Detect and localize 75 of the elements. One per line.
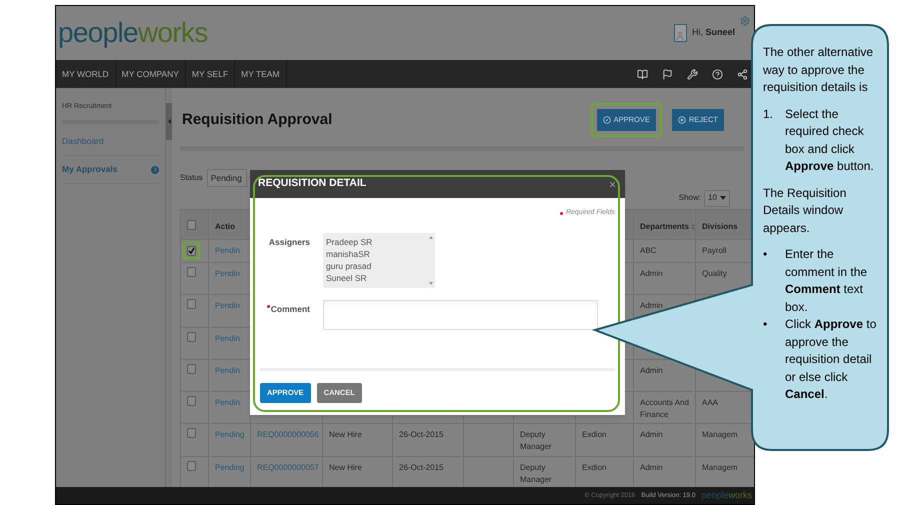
table-cell-text: Exdion [582, 462, 608, 474]
wrench-icon[interactable] [687, 68, 698, 80]
settings-icon[interactable] [740, 16, 750, 26]
check-circle-icon [602, 116, 611, 124]
row-checkbox[interactable] [187, 220, 196, 230]
row-checkbox[interactable] [187, 299, 196, 309]
row-checkbox[interactable] [187, 246, 196, 256]
table-cell-text: AAA [702, 397, 720, 409]
comment-field[interactable] [323, 300, 598, 330]
table-cell: Accounts And Finance [640, 397, 689, 421]
row-checkbox[interactable] [187, 267, 196, 277]
flag-icon[interactable] [662, 68, 673, 80]
book-icon[interactable] [637, 68, 648, 80]
assigner-option[interactable]: Pradeep SR [326, 236, 372, 248]
peopleworks-logo: peopleworks [58, 19, 208, 47]
callout-text: Click Approve to approve the requisition detail or else click Cancel. [785, 316, 878, 403]
row-checkbox[interactable] [187, 461, 196, 471]
table-cell-text: Exdion [582, 429, 608, 441]
callout-text: The Requisition Details window appears. [763, 184, 848, 236]
close-icon[interactable] [608, 180, 617, 188]
x-circle-icon [678, 116, 686, 124]
table-cell-text: Admin [640, 365, 664, 377]
caret-icon [720, 196, 726, 200]
page-size-select[interactable]: 10 [704, 190, 730, 206]
assigners-list[interactable]: Pradeep SR manishaSR guru prasad Suneel SR [323, 233, 435, 288]
table-cell-text: Managem [702, 462, 739, 474]
sidebar-item[interactable]: Dashboard [62, 128, 159, 156]
step-number: 1. [763, 106, 774, 122]
row-checkbox[interactable] [187, 332, 196, 342]
callout-text: The other alternative way to approve the requisition details is [763, 44, 874, 96]
table-cell-text: 26-Oct-2015 [399, 429, 444, 441]
row-checkbox[interactable] [187, 396, 196, 406]
comment-label: Comment [260, 300, 310, 330]
share-icon[interactable] [737, 68, 748, 80]
arrow-circle-icon [151, 166, 159, 174]
scroll-down-icon[interactable] [429, 282, 433, 285]
table-cell-text: Admin [640, 462, 664, 474]
page-title: Requisition Approval [182, 110, 332, 130]
table-cell-text: 26-Oct-2015 [399, 462, 444, 474]
table-cell-text: Payroll [702, 245, 728, 257]
column-header[interactable]: Actio [215, 220, 235, 232]
required-icon [266, 305, 270, 308]
assigner-option[interactable]: manishaSR [326, 248, 372, 260]
bullet-mark: • [763, 316, 768, 333]
assigner-option[interactable]: Suneel SR [326, 272, 372, 284]
status-select[interactable]: Pending [206, 169, 247, 187]
row-checkbox[interactable] [187, 364, 196, 374]
user-greeting[interactable]: Hi, Suneel [692, 26, 735, 40]
help-icon[interactable] [712, 68, 723, 80]
table-cell-text: New Hire [329, 462, 363, 474]
callout-text: Enter the comment in the Comment text box. [785, 246, 868, 316]
row-checkbox[interactable] [187, 428, 196, 438]
table-cell-text: Admin [640, 268, 664, 280]
required-icon [560, 212, 563, 214]
table-cell-text: Admin [640, 429, 664, 441]
table-cell-text: New Hire [329, 429, 363, 441]
table-cell-text: Deputy Manager [520, 429, 553, 453]
bullet-mark: • [763, 246, 768, 263]
sidebar-item[interactable]: My Approvals [62, 156, 159, 184]
assigner-option[interactable]: guru prasad [326, 260, 372, 272]
avatar-icon[interactable] [674, 24, 687, 42]
peopleworks-logo: peopleworks [701, 491, 752, 500]
collapse-handle[interactable] [166, 103, 172, 140]
table-cell-text: Managem [702, 429, 739, 441]
assigners-label: Assigners [268, 236, 310, 249]
table-cell-text: Deputy Manager [520, 462, 553, 486]
table-cell-text: Admin [640, 300, 664, 312]
dialog-title: REQUISITION DETAIL [258, 176, 366, 192]
table-cell-text: Quality [702, 268, 728, 280]
sort-icon[interactable] [690, 224, 696, 230]
table-cell-text: ABC [640, 245, 658, 257]
callout-text: Select the required check box and click Approve button. [785, 106, 875, 175]
status-label: Status [180, 172, 203, 184]
scroll-up-icon[interactable] [429, 236, 433, 239]
show-label: Show: [678, 192, 701, 204]
